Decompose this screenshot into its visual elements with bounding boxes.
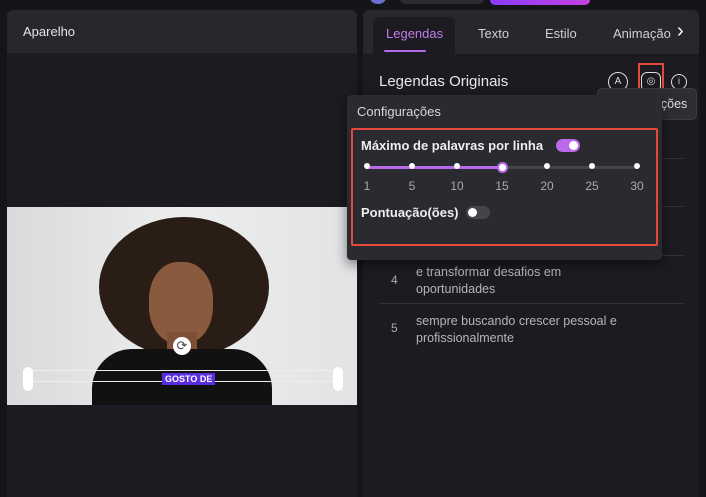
settings-popup: Configurações Máximo de palavras por lin… <box>347 95 662 260</box>
slider-thumb[interactable] <box>497 162 508 173</box>
slider-tick[interactable] <box>409 163 415 169</box>
slider-tick-label: 1 <box>363 179 371 193</box>
video-preview[interactable]: ⟳ GOSTO DE <box>7 207 357 405</box>
slider-tick[interactable] <box>364 163 370 169</box>
slider-tick[interactable] <box>634 163 640 169</box>
max-words-slider[interactable] <box>364 162 640 173</box>
tab-estilo[interactable]: Estilo <box>545 26 577 41</box>
rotate-icon[interactable]: ⟳ <box>173 337 191 355</box>
subtitle-index: 5 <box>391 321 398 335</box>
slider-tick-label: 5 <box>408 179 416 193</box>
preview-header: Aparelho <box>7 10 357 53</box>
tab-animacao[interactable]: Animação <box>613 26 671 41</box>
slider-tick[interactable] <box>454 163 460 169</box>
popup-title: Configurações <box>357 104 441 119</box>
slider-tick-label: 15 <box>495 179 509 193</box>
slider-tick-label: 20 <box>540 179 554 193</box>
resize-handle-left[interactable] <box>23 367 33 391</box>
tab-legendas[interactable]: Legendas <box>386 26 443 41</box>
top-bar-control[interactable] <box>400 0 484 4</box>
punctuation-toggle[interactable] <box>466 206 490 219</box>
subtitle-index: 4 <box>391 273 398 287</box>
slider-tick[interactable] <box>544 163 550 169</box>
slider-tick-label: 30 <box>630 179 644 193</box>
slider-tick-label: 25 <box>585 179 599 193</box>
export-button[interactable] <box>490 0 590 5</box>
subtitle-text[interactable]: e transformar desafios em oportunidades <box>416 264 616 298</box>
max-words-label: Máximo de palavras por linha <box>361 138 544 153</box>
chevron-right-icon[interactable]: › <box>677 20 684 43</box>
active-tab-indicator <box>384 50 426 52</box>
resize-handle-right[interactable] <box>333 367 343 391</box>
slider-fill <box>367 166 502 169</box>
tab-texto[interactable]: Texto <box>478 26 509 41</box>
max-words-toggle[interactable] <box>556 139 580 152</box>
subtitle-text[interactable]: sempre buscando crescer pessoal e profis… <box>416 313 646 347</box>
punctuation-label: Pontuação(ões) <box>361 205 459 220</box>
user-avatar[interactable] <box>370 0 386 4</box>
caption-overlay[interactable]: GOSTO DE <box>162 373 216 385</box>
section-title: Legendas Originais <box>379 73 509 90</box>
tab-bar: Legendas Texto Estilo Animação › <box>363 10 699 54</box>
divider <box>379 303 683 304</box>
slider-tick-labels: 1 5 10 15 20 25 30 <box>347 179 662 195</box>
slider-tick[interactable] <box>589 163 595 169</box>
preview-panel: Aparelho ⟳ GOSTO DE <box>7 10 357 497</box>
slider-tick-label: 10 <box>450 179 464 193</box>
preview-title: Aparelho <box>23 24 76 39</box>
